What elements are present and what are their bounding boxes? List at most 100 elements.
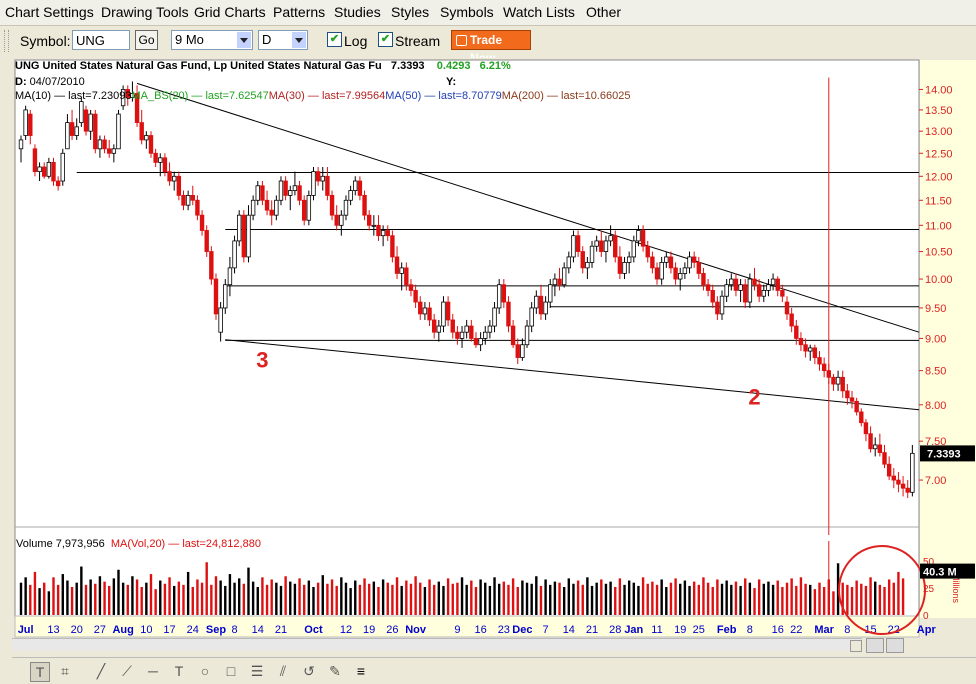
candle-body (710, 290, 715, 303)
volume-bar (354, 580, 357, 615)
menu-icon[interactable]: ≡ (352, 662, 370, 680)
candle-body (534, 295, 539, 309)
candle-body (241, 214, 247, 258)
candle-body (404, 267, 409, 286)
price-tick-label: 9.00 (925, 333, 946, 345)
volume-bar (326, 583, 329, 615)
scroll-right-button[interactable] (850, 640, 862, 652)
candle-body (339, 214, 344, 226)
undo-icon[interactable]: ↺ (300, 662, 318, 680)
ray-tool-icon[interactable]: ⟋ (118, 662, 136, 680)
symbol-input[interactable] (72, 30, 130, 50)
log-checkbox[interactable]: ✔ (327, 32, 342, 47)
chart-scrollbar[interactable] (12, 638, 862, 652)
candle-body (28, 113, 33, 136)
go-button[interactable]: Go (135, 30, 158, 50)
menu-styles[interactable]: Styles (391, 4, 429, 20)
time-tick-label: 14 (252, 624, 264, 636)
menu-other[interactable]: Other (586, 4, 621, 20)
menu-watch-lists[interactable]: Watch Lists (503, 4, 575, 20)
volume-bar (377, 587, 380, 615)
candle-body (571, 235, 576, 258)
volume-bar (293, 583, 297, 615)
chart-area[interactable]: 7.00 7.50 8.00 8.50 9.00 9.50 10.00 10.50 11.00 1… (12, 58, 976, 658)
volume-bar (716, 579, 719, 615)
volume-bar (428, 579, 431, 615)
rectangle-icon[interactable]: □ (222, 662, 240, 680)
stream-checkbox[interactable]: ✔ (378, 32, 393, 47)
candle-body (445, 301, 451, 321)
volume-bar (251, 581, 255, 615)
candle-body (687, 256, 692, 269)
crosshair-icon[interactable]: ⌗ (56, 662, 74, 680)
volume-bar (887, 579, 891, 615)
zoom-out-button[interactable] (886, 638, 904, 653)
price-chart[interactable]: 7.007.508.008.509.009.5010.0010.5011.001… (12, 58, 976, 658)
horizontal-line-icon[interactable]: ─ (144, 662, 162, 680)
candle-body (705, 284, 711, 291)
time-tick-label: 21 (275, 624, 287, 636)
interval-select[interactable]: D (258, 30, 308, 50)
candle-body (315, 171, 321, 182)
volume-bar (562, 587, 566, 615)
text-tool-icon[interactable]: T (30, 662, 50, 682)
candle-body (329, 194, 335, 216)
zoom-in-button[interactable] (866, 638, 884, 653)
pencil-icon[interactable]: ✎ (326, 662, 344, 680)
volume-bar (702, 577, 705, 615)
candle-body (826, 370, 831, 378)
price-tick-label: 10.50 (925, 247, 953, 259)
candle-body (575, 235, 581, 252)
volume-bar (665, 587, 668, 615)
price-tick-label: 10.00 (925, 274, 953, 286)
time-tick-label: 20 (71, 624, 83, 636)
volume-bar (511, 578, 515, 615)
volume-bar (846, 584, 849, 615)
volume-bar (530, 583, 533, 615)
volume-bar (149, 574, 153, 615)
period-select[interactable]: 9 Mo (171, 30, 253, 50)
volume-bar (795, 585, 798, 615)
menu-studies[interactable]: Studies (334, 4, 381, 20)
volume-bar (474, 587, 478, 615)
candle-body (306, 194, 312, 221)
volume-bar (897, 571, 900, 615)
volume-bar (349, 588, 352, 615)
volume-bar (126, 584, 129, 615)
menu-chart-settings[interactable]: Chart Settings (5, 4, 94, 20)
text-icon[interactable]: T (170, 662, 188, 680)
candle-body (784, 301, 790, 315)
volume-bar (38, 588, 41, 615)
candle-body (83, 109, 89, 132)
trade-now-button[interactable]: Trade Now (451, 30, 531, 65)
candle-body (678, 273, 683, 280)
candle-body (394, 256, 400, 274)
channel-icon[interactable]: ⫽ (274, 662, 292, 680)
toolbar-grip[interactable] (4, 30, 9, 52)
volume-bar (739, 585, 742, 615)
drawing-tools-bar: T ⌗ ╱ ⟋ ─ T ○ □ ☰ ⫽ ↺ ✎ ≡ (12, 657, 976, 684)
candle-body (859, 411, 864, 424)
menu-drawing-tools[interactable]: Drawing Tools (101, 4, 189, 20)
volume-bar (558, 582, 561, 615)
menu-patterns[interactable]: Patterns (273, 4, 325, 20)
candle-body (102, 139, 107, 150)
line-tool-icon[interactable]: ╱ (92, 662, 110, 680)
candle-body (204, 230, 209, 252)
candle-body (418, 301, 423, 315)
fibonacci-icon[interactable]: ☰ (248, 662, 266, 680)
date-readout: D: 04/07/2010 (15, 76, 85, 88)
menu-grid-charts[interactable]: Grid Charts (194, 4, 266, 20)
volume-bar (363, 578, 366, 615)
ellipse-icon[interactable]: ○ (196, 662, 214, 680)
menu-symbols[interactable]: Symbols (440, 4, 494, 20)
candle-body (659, 261, 664, 280)
time-tick-label: 26 (386, 624, 398, 636)
candle-body (613, 235, 618, 258)
candle-body (626, 256, 632, 263)
candle-body (868, 433, 873, 450)
time-tick-label: Feb (717, 624, 737, 636)
volume-bar (24, 577, 27, 615)
volume-ma-label: MA(Vol,20) (110, 538, 166, 550)
candle-body (780, 290, 785, 297)
